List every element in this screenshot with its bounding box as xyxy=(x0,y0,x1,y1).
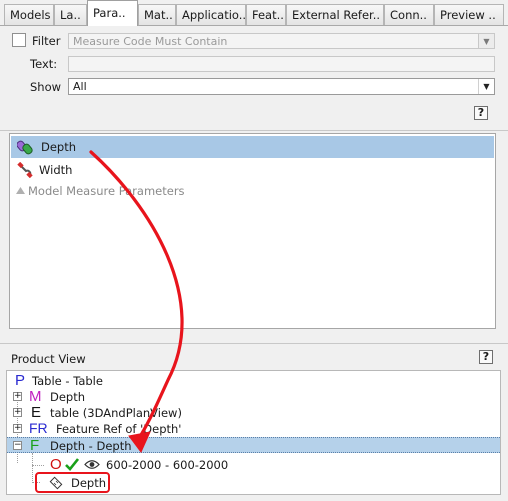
filter-label: Filter xyxy=(32,34,61,48)
product-letter: P xyxy=(15,372,26,389)
tab-preview[interactable]: Preview .. xyxy=(434,4,504,25)
tab-features[interactable]: Feat.. xyxy=(246,4,286,25)
tab-models[interactable]: Models xyxy=(4,4,54,25)
help-button[interactable]: ? xyxy=(479,350,493,364)
option-letter: O xyxy=(50,456,62,473)
parameter-item-depth[interactable]: Depth xyxy=(11,136,494,158)
tree-row-selected[interactable]: − F Depth - Depth xyxy=(7,437,500,454)
tab-layers[interactable]: La.. xyxy=(54,4,87,25)
filter-checkbox[interactable] xyxy=(12,33,26,47)
chain-link-icon xyxy=(17,140,33,155)
model-letter: M xyxy=(29,388,42,405)
measure-code-field[interactable]: Measure Code Must Contain ▼ xyxy=(68,33,495,49)
tree-row-label: Depth - Depth xyxy=(50,439,132,453)
tab-bar: Models La.. Para.. Mat.. Applicatio.. Fe… xyxy=(0,0,508,27)
parameter-label: Width xyxy=(39,163,73,177)
show-select[interactable]: All ▼ xyxy=(68,78,495,95)
chevron-down-icon[interactable]: ▼ xyxy=(478,79,494,94)
collapse-minus-icon[interactable]: − xyxy=(13,441,22,450)
tab-materials[interactable]: Mat.. xyxy=(138,4,176,25)
tree-row-label: Table - Table xyxy=(32,374,103,388)
tree-row[interactable]: + FR Feature Ref of 'Depth' xyxy=(7,420,500,437)
tree-row-label: 600-2000 - 600-2000 xyxy=(106,458,229,472)
tab-external-references[interactable]: External Refer.. xyxy=(286,4,384,25)
tree-row-label: Depth xyxy=(50,390,86,404)
parameter-list[interactable]: Depth Width Model Measure Parameters xyxy=(9,133,496,329)
expand-plus-icon[interactable]: + xyxy=(13,424,22,433)
parameter-label: Depth xyxy=(41,140,77,154)
measure-code-placeholder: Measure Code Must Contain xyxy=(73,35,228,48)
chevron-down-icon[interactable]: ▼ xyxy=(478,34,494,48)
magnet-icon xyxy=(17,162,33,178)
feature-letter: F xyxy=(30,437,40,454)
text-label: Text: xyxy=(30,57,58,71)
expand-plus-icon[interactable]: + xyxy=(13,408,22,417)
parameter-item-width[interactable]: Width xyxy=(11,159,494,181)
feature-ref-letter: FR xyxy=(29,420,48,436)
element-letter: E xyxy=(31,404,42,421)
divider xyxy=(0,130,508,131)
tree-row[interactable]: P Table - Table xyxy=(7,372,500,389)
eye-icon[interactable] xyxy=(84,459,100,470)
filter-panel: Filter Measure Code Must Contain ▼ Text:… xyxy=(3,26,502,130)
annotation-highlight-box xyxy=(35,472,110,493)
show-label: Show xyxy=(30,80,62,94)
triangle-up-icon xyxy=(16,187,25,194)
tree-row[interactable]: + E table (3DAndPlanView) xyxy=(7,404,500,421)
product-view-title: Product View xyxy=(11,352,86,366)
tab-applications[interactable]: Applicatio.. xyxy=(176,4,246,25)
text-field[interactable] xyxy=(68,56,495,72)
help-button[interactable]: ? xyxy=(474,106,488,120)
tree-row-label: table (3DAndPlanView) xyxy=(50,406,182,420)
tree-row[interactable]: + M Depth xyxy=(7,388,500,405)
tree-row-label: Feature Ref of 'Depth' xyxy=(56,422,182,436)
parameter-group-label: Model Measure Parameters xyxy=(28,184,185,198)
expand-plus-icon[interactable]: + xyxy=(13,392,22,401)
tab-connections[interactable]: Conn.. xyxy=(384,4,434,25)
divider xyxy=(0,343,508,344)
tree-row[interactable]: O 600-2000 - 600-2000 xyxy=(7,456,500,473)
show-select-value: All xyxy=(73,80,87,93)
tab-parameters[interactable]: Para.. xyxy=(87,0,138,26)
check-icon xyxy=(65,458,79,471)
